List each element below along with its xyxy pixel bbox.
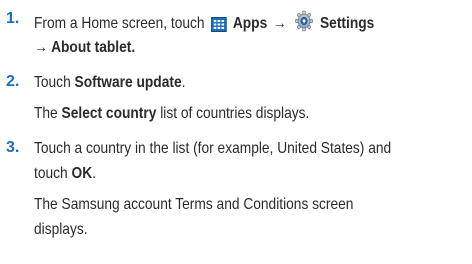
apps-grid-icon [210, 16, 227, 32]
step-3-line-2: touch OK. [34, 164, 96, 184]
step-1-line-1: From a Home screen, touch Apps → Setting… [34, 10, 374, 38]
select-country-label: Select country [61, 105, 157, 122]
ok-label: OK [71, 165, 93, 182]
step-2-text: The [34, 105, 58, 122]
step-1-text: From a Home screen, touch [34, 15, 205, 33]
step-3-text: touch [34, 165, 68, 182]
apps-label: Apps [232, 15, 268, 33]
step-number: 1. [6, 10, 20, 27]
step-number: 2. [6, 73, 20, 90]
step-2-line-2: The Select country list of countries dis… [34, 104, 309, 124]
arrow-icon: → [272, 15, 287, 33]
punctuation: . [92, 165, 96, 182]
step-3-line-1: Touch a country in the list (for example… [34, 139, 391, 159]
about-tablet-label: About tablet. [51, 39, 136, 56]
step-3-text: Touch a country in the list (for example… [34, 140, 392, 157]
instruction-page: 1. From a Home screen, touch Apps → Sett… [0, 0, 472, 264]
step-2-text: list of countries displays. [160, 105, 310, 122]
step-2-text: Touch [34, 74, 71, 91]
software-update-label: Software update [74, 74, 182, 91]
step-number: 3. [6, 139, 20, 156]
step-3-line-3: The Samsung account Terms and Conditions… [34, 195, 353, 215]
step-1-line-2: → About tablet. [34, 38, 135, 58]
settings-label: Settings [320, 15, 375, 33]
step-3-line-4: displays. [34, 220, 88, 240]
punctuation: . [181, 74, 186, 91]
step-3-text: The Samsung account Terms and Conditions… [34, 196, 354, 213]
arrow-icon: → [34, 39, 48, 56]
step-3-text: displays. [34, 221, 88, 238]
settings-gear-icon [295, 10, 314, 38]
step-2-line-1: Touch Software update. [34, 73, 185, 93]
